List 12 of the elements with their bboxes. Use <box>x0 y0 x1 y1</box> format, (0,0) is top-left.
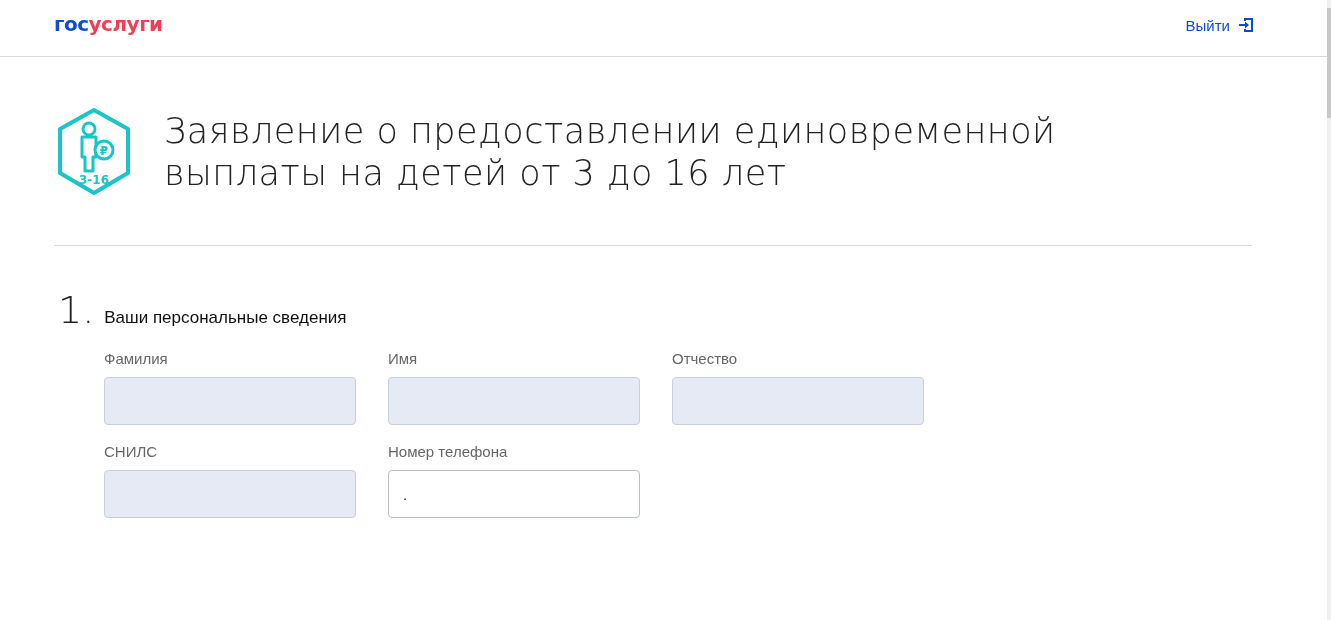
page-title: Заявление о предоставлении единовременной выплаты на детей от 3 до 16 лет <box>164 110 1057 194</box>
field-label: Фамилия <box>104 350 169 367</box>
section-number: 1. <box>58 288 95 332</box>
section-title: Ваши персональные сведения <box>104 308 347 328</box>
field-label: СНИЛС <box>104 443 159 460</box>
field-label: Имя <box>388 350 419 367</box>
field-label: Отчество <box>672 350 739 367</box>
field-label: Номер телефона <box>388 443 509 460</box>
input-field[interactable]: . <box>388 470 640 518</box>
logout-link[interactable]: Выйти <box>1185 16 1254 34</box>
logo[interactable]: госуслуги <box>54 12 163 36</box>
logout-icon <box>1238 17 1254 33</box>
